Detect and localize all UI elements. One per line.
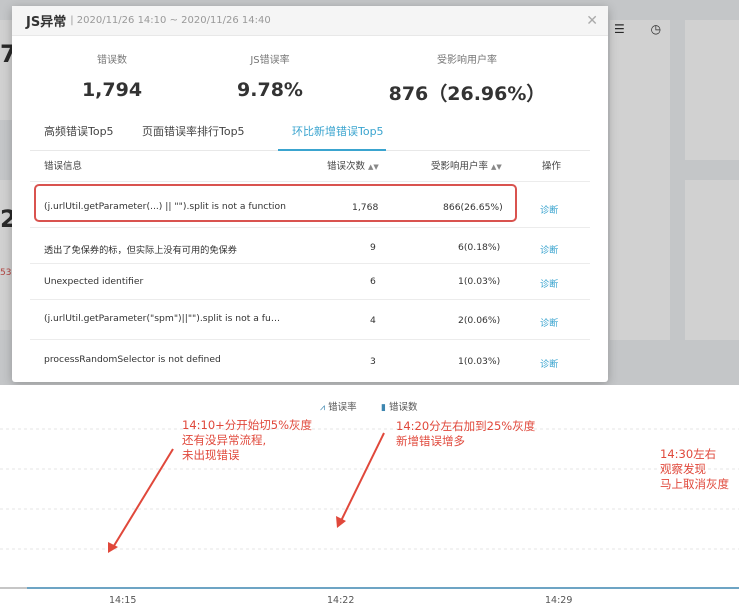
stat-affected-user-rate: 受影响用户率 876（26.96%） [367,51,567,106]
sort-icon[interactable]: ▲▼ [368,163,379,171]
x-tick-label: 14:15 [109,595,137,606]
error-info: 透出了免保券的标，但实际上没有可用的免保券 [44,245,237,256]
stat-value: 9.78% [237,79,303,101]
diagnose-link[interactable]: 诊断 [540,356,558,370]
error-count: 9 [370,242,376,253]
sort-icon[interactable]: ▲▼ [491,163,502,171]
close-icon[interactable]: ✕ [586,13,598,29]
error-count: 6 [370,276,376,287]
column-header-action: 操作 [542,161,562,172]
tab-high-frequency-errors[interactable]: 高频错误Top5 [44,123,114,139]
affected-users: 2(0.06%) [458,315,501,326]
column-header-count[interactable]: 错误次数 ▲▼ [327,158,379,172]
tab-bar: 高频错误Top5 页面错误率排行Top5 环比新增错误Top5 [30,117,590,151]
table-row: (j.urlUtil.getParameter("spm")||"").spli… [30,299,590,339]
annotation-line: 马上取消灰度 [660,477,729,491]
annotation-line: 还有没异常流程, [182,433,267,447]
grid-lines [0,428,739,550]
active-tab-indicator [278,149,386,151]
affected-users: 6(0.18%) [458,242,501,253]
arrow-head [108,542,118,553]
stats-summary: 错误数 1,794 JS错误率 9.78% 受影响用户率 876（26.96%） [12,51,608,106]
tab-page-error-ranking[interactable]: 页面错误率排行Top5 [142,123,245,139]
error-info: (j.urlUtil.getParameter("spm")||"").spli… [44,313,281,324]
tab-new-errors[interactable]: 环比新增错误Top5 [292,123,384,139]
stat-value: 876（26.96%） [388,83,546,105]
annotation-line: 未出现错误 [182,448,240,462]
stat-label: 错误数 [97,55,127,66]
stat-label: 受影响用户率 [437,55,497,66]
x-tick-label: 14:22 [327,595,355,606]
diagnose-link[interactable]: 诊断 [540,202,558,216]
column-header-users[interactable]: 受影响用户率 ▲▼ [431,158,502,172]
column-header-info: 错误信息 [44,161,83,172]
annotation-line: 14:20分左右加到25%灰度 [396,419,536,433]
diagnose-link[interactable]: 诊断 [540,315,558,329]
diagnose-link[interactable]: 诊断 [540,242,558,256]
annotation-arrow [111,448,174,550]
x-tick-label: 14:29 [545,595,573,606]
stat-label: JS错误率 [250,55,290,66]
error-count: 4 [370,315,376,326]
stat-value: 1,794 [81,79,143,101]
diagnose-link[interactable]: 诊断 [540,276,558,290]
annotation-gray-increase: 14:20分左右加到25%灰度 新增错误增多 [396,419,535,449]
modal-time-range: | 2020/11/26 14:10 ~ 2020/11/26 14:40 [70,15,271,26]
annotation-gray-cancel: 14:30左右 观察发现 马上取消灰度 [660,447,729,492]
affected-users: 1(0.03%) [458,356,501,367]
annotation-line: 14:30左右 [660,447,717,461]
error-info: Unexpected identifier [44,276,144,287]
annotation-gray-start: 14:10+分开始切5%灰度 还有没异常流程, 未出现错误 [182,418,312,463]
annotation-line: 新增错误增多 [396,434,465,448]
annotation-line: 14:10+分开始切5%灰度 [182,418,313,432]
modal-header: JS异常 | 2020/11/26 14:10 ~ 2020/11/26 14:… [12,6,608,36]
column-header-count-label: 错误次数 [327,161,366,172]
error-trend-chart: ⩘ 错误率 ▮ 错误数 14:10+分开始切5%灰度 还有没异常流程, 未出现错… [0,385,739,609]
highlight-annotation-box [34,184,517,222]
modal-title: JS异常 [26,15,67,30]
arrow-head [336,516,346,528]
chart-plot [0,428,739,589]
table-row: Unexpected identifier 6 1(0.03%) 诊断 [30,263,590,299]
error-count: 3 [370,356,376,367]
stat-js-error-rate: JS错误率 9.78% [190,51,350,101]
affected-users: 1(0.03%) [458,276,501,287]
error-info: processRandomSelector is not defined [44,354,221,365]
table-row: processRandomSelector is not defined 3 1… [30,339,590,379]
column-header-users-label: 受影响用户率 [431,161,489,172]
stat-error-count: 错误数 1,794 [32,51,192,101]
table-row: 透出了免保券的标，但实际上没有可用的免保券 9 6(0.18%) 诊断 [30,227,590,263]
annotation-line: 观察发现 [660,462,706,476]
